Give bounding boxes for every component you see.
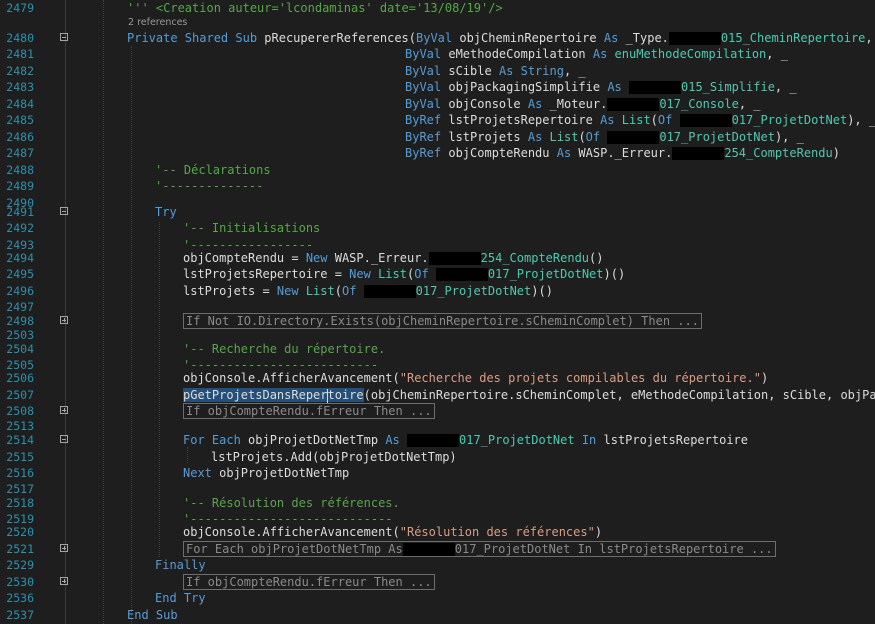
code-line[interactable]: 2518 '-- Résolution des références. xyxy=(0,495,875,511)
line-number: 2481 xyxy=(6,47,34,61)
code-line[interactable]: 2494 objCompteRendu = New WASP._Erreur. 25… xyxy=(0,250,875,266)
code-line[interactable]: 2487 ByRef objCompteRendu As WASP._Erreur… xyxy=(0,145,875,161)
line-number: 2487 xyxy=(6,146,34,160)
code-text: '-- Recherche du répertoire. xyxy=(183,342,386,356)
code-line[interactable]: 2481 ByVal eMethodeCompilation As enuMeth… xyxy=(0,46,875,62)
code-text: lstProjets.Add(objProjetDotNetTmp) xyxy=(211,450,457,464)
code-editor[interactable]: 2 references 2479 ''' <Creation auteur='l… xyxy=(0,0,875,624)
code-text: '-------------- xyxy=(155,179,264,193)
code-text: ByRef lstProjets As List(Of 017_ProjetDo… xyxy=(405,130,804,144)
line-number: 2520 xyxy=(6,525,34,539)
code-text: ByVal objConsole As _Moteur. 017_Console,… xyxy=(405,97,761,111)
code-text: lstProjets = New List(Of 017_ProjetDotNe… xyxy=(183,284,553,298)
line-number: 2492 xyxy=(6,221,34,235)
code-text: pGetProjetsDansRepertoire(objCheminReper… xyxy=(183,388,875,403)
expand-region-icon[interactable] xyxy=(60,577,68,585)
expand-region-icon[interactable] xyxy=(60,316,68,324)
line-number: 2488 xyxy=(6,163,34,177)
line-number: 2484 xyxy=(6,97,34,111)
codelens-references[interactable]: 2 references xyxy=(128,17,187,29)
code-text: ByVal eMethodeCompilation As enuMethodeC… xyxy=(405,47,788,61)
code-line[interactable]: 2515 lstProjets.Add(objProjetDotNetTmp) xyxy=(0,449,875,465)
code-text: ByRef objCompteRendu As WASP._Erreur. 254… xyxy=(405,146,840,160)
line-number: 2529 xyxy=(6,558,34,572)
code-line[interactable]: 2480 Private Shared Sub pRecupererReferen… xyxy=(0,30,875,46)
code-text: objConsole.AfficherAvancement("Recherche… xyxy=(183,371,769,385)
code-line[interactable]: 2482 ByVal sCible As String, _ xyxy=(0,63,875,79)
line-number: 2537 xyxy=(6,608,34,622)
code-line[interactable]: 2520 objConsole.AfficherAvancement("Résol… xyxy=(0,524,875,540)
code-line[interactable]: 2479 ''' <Creation auteur='lcondaminas' d… xyxy=(0,0,875,16)
code-text: Private Shared Sub pRecupererReferences(… xyxy=(127,31,873,45)
code-line[interactable]: 2484 ByVal objConsole As _Moteur. 017_Cons… xyxy=(0,96,875,112)
line-number: 2518 xyxy=(6,496,34,510)
line-number: 2508 xyxy=(6,404,34,418)
code-text: objConsole.AfficherAvancement("Résolutio… xyxy=(183,525,603,539)
expand-region-icon[interactable] xyxy=(60,544,68,552)
code-text: '-- Déclarations xyxy=(155,163,271,177)
code-text: Finally xyxy=(155,558,206,572)
code-text: lstProjetsRepertoire = New List(Of 017_P… xyxy=(183,267,626,281)
line-number: 2482 xyxy=(6,64,34,78)
line-number: 2483 xyxy=(6,80,34,94)
line-number: 2496 xyxy=(6,284,34,298)
code-line[interactable]: 2491 Try xyxy=(0,204,875,220)
line-number: 2514 xyxy=(6,433,34,447)
code-text: For Each objProjetDotNetTmp As 017_Proje… xyxy=(183,433,748,447)
code-text: Next objProjetDotNetTmp xyxy=(183,466,350,480)
code-text: End Try xyxy=(155,591,206,605)
code-text: ByVal sCible As String, _ xyxy=(405,64,586,78)
code-line[interactable]: 2514 For Each objProjetDotNetTmp As 017_P… xyxy=(0,432,875,448)
line-number: 2486 xyxy=(6,130,34,144)
code-line[interactable]: 2495 lstProjetsRepertoire = New List(Of 0… xyxy=(0,266,875,282)
code-text: End Sub xyxy=(127,608,178,622)
line-number: 2507 xyxy=(6,388,34,402)
code-line[interactable]: 2508 If objCompteRendu.fErreur Then ... xyxy=(0,403,875,419)
collapse-region-icon[interactable] xyxy=(60,435,68,443)
collapse-region-icon[interactable] xyxy=(60,207,68,215)
code-text: If objCompteRendu.fErreur Then ... xyxy=(183,403,435,419)
code-text: ByRef lstProjetsRepertoire As List(Of 01… xyxy=(405,113,875,127)
code-text: For Each objProjetDotNetTmp As 017_Projet… xyxy=(183,541,776,557)
code-text: ByVal objPackagingSimplifie As 015_Simpl… xyxy=(405,80,797,94)
line-number: 2515 xyxy=(6,450,34,464)
code-line[interactable]: 2507 pGetProjetsDansRepertoire(objCheminR… xyxy=(0,387,875,403)
code-line[interactable]: 2504 '-- Recherche du répertoire. xyxy=(0,341,875,357)
line-number: 2516 xyxy=(6,466,34,480)
code-line[interactable]: 2496 lstProjets = New List(Of 017_ProjetD… xyxy=(0,283,875,299)
code-line[interactable]: 2486 ByRef lstProjets As List(Of 017_Proj… xyxy=(0,129,875,145)
line-number: 2521 xyxy=(6,542,34,556)
code-text: ''' <Creation auteur='lcondaminas' date=… xyxy=(127,1,503,15)
code-line[interactable]: 2536 End Try xyxy=(0,590,875,606)
line-number: 2491 xyxy=(6,205,34,219)
code-text: Try xyxy=(155,205,177,219)
code-line[interactable]: 2537 End Sub xyxy=(0,607,875,623)
code-line[interactable]: 2485 ByRef lstProjetsRepertoire As List(O… xyxy=(0,112,875,128)
code-line[interactable]: 2530 If objCompteRendu.fErreur Then ... xyxy=(0,574,875,590)
code-text: If objCompteRendu.fErreur Then ... xyxy=(183,574,435,590)
code-line[interactable]: 2483 ByVal objPackagingSimplifie As 015_S… xyxy=(0,79,875,95)
code-line[interactable]: 2521 For Each objProjetDotNetTmp As 017_Pr… xyxy=(0,541,875,557)
line-number: 2530 xyxy=(6,575,34,589)
code-line[interactable]: 2492 '-- Initialisations xyxy=(0,220,875,236)
code-line[interactable]: 2516 Next objProjetDotNetTmp xyxy=(0,465,875,481)
line-number: 2495 xyxy=(6,267,34,281)
line-number: 2504 xyxy=(6,342,34,356)
line-number: 2494 xyxy=(6,251,34,265)
code-line[interactable]: 2506 objConsole.AfficherAvancement("Reche… xyxy=(0,370,875,386)
line-number: 2479 xyxy=(6,1,34,15)
code-text: objCompteRendu = New WASP._Erreur. 254_Co… xyxy=(183,251,604,265)
code-line[interactable]: 2488 '-- Déclarations xyxy=(0,162,875,178)
code-text: '-- Résolution des références. xyxy=(183,496,400,510)
line-number: 2480 xyxy=(6,31,34,45)
collapse-region-icon[interactable] xyxy=(60,33,68,41)
line-number: 2536 xyxy=(6,591,34,605)
line-number: 2506 xyxy=(6,371,34,385)
code-text: '-- Initialisations xyxy=(183,221,321,235)
code-line[interactable]: 2489 '-------------- xyxy=(0,178,875,194)
code-line[interactable]: 2529 Finally xyxy=(0,557,875,573)
expand-region-icon[interactable] xyxy=(60,406,68,414)
line-number: 2489 xyxy=(6,179,34,193)
line-number: 2485 xyxy=(6,113,34,127)
